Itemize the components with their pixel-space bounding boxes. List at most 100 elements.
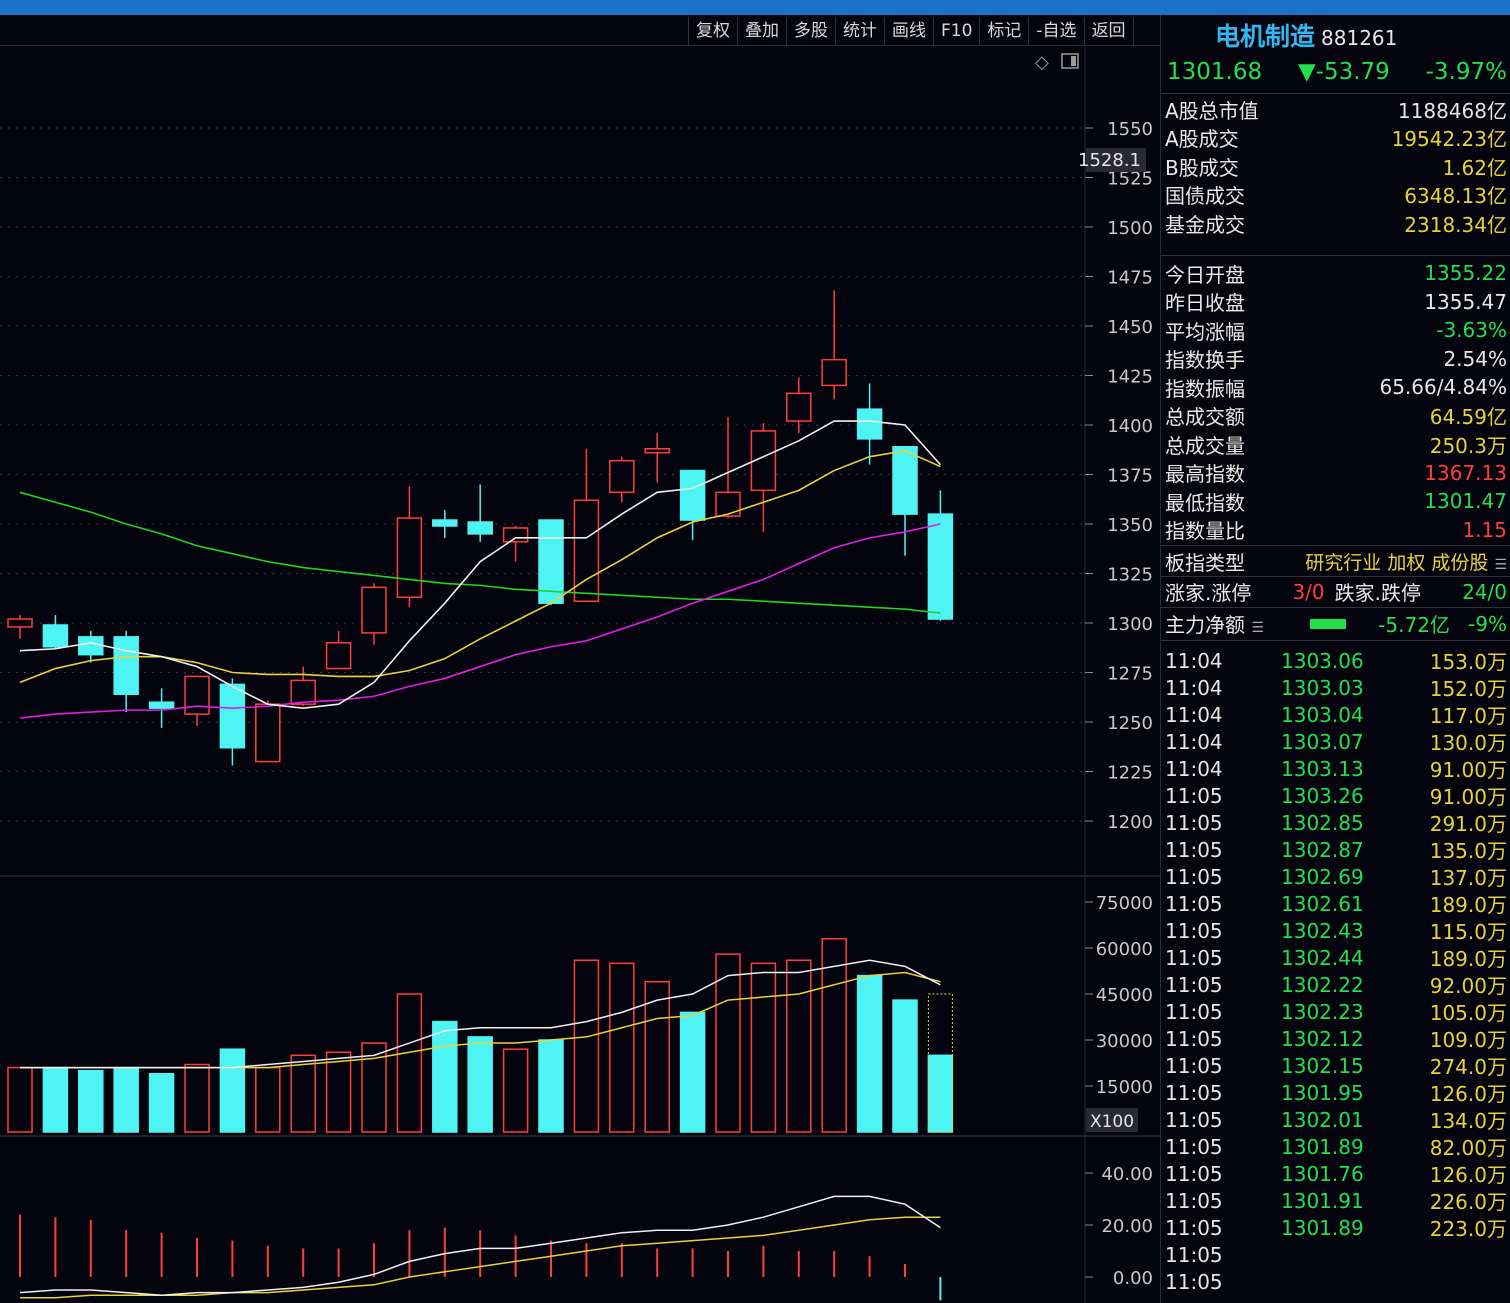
volume-bar[interactable] [502, 1048, 529, 1133]
kline-chart[interactable]: 1550152515001475145014251400137513501325… [0, 46, 1160, 1303]
draw-line-button[interactable]: 画线 [885, 17, 934, 45]
tick-time: 11:05 [1165, 999, 1223, 1024]
volume-bar[interactable] [856, 974, 883, 1133]
stat-row: 指数量比 1.15 [1161, 516, 1510, 545]
stat-value: 2.54% [1443, 346, 1507, 371]
candle-body[interactable] [892, 446, 918, 515]
tick-price: 1302.61 [1281, 891, 1364, 916]
tick-volume: 189.0万 [1429, 947, 1507, 971]
candle-body[interactable] [184, 675, 210, 715]
volume-bar[interactable] [715, 953, 741, 1133]
statistics-button[interactable]: 统计 [836, 17, 885, 45]
restore-rights-button[interactable]: 复权 [689, 17, 738, 45]
tick-volume: 291.0万 [1429, 812, 1507, 836]
candle-body[interactable] [78, 636, 104, 656]
back-button[interactable]: 返回 [1085, 17, 1134, 45]
volume-bar[interactable] [42, 1066, 69, 1133]
tick-row: 11:05 1302.01 134.0万 [1161, 1106, 1510, 1134]
tick-time: 11:05 [1165, 1134, 1223, 1159]
candle-body[interactable] [325, 642, 352, 670]
menu-icon[interactable]: ☰ [1494, 557, 1507, 573]
stat-value: 1367.13 [1424, 460, 1507, 485]
volume-bar[interactable] [892, 999, 918, 1133]
volume-tick-label: 30000 [1096, 1031, 1153, 1052]
volume-bar[interactable] [113, 1066, 139, 1133]
chart-toolbar: 复权 叠加 多股 统计 画线 F10 标记 -自选 返回 [688, 17, 1134, 45]
price-row: 1301.68 ▼-53.79 -3.97% [1167, 59, 1507, 85]
stat-row: 平均涨幅 -3.63% [1161, 316, 1510, 345]
tick-volume: 126.0万 [1429, 1082, 1507, 1106]
volume-bar[interactable] [290, 1054, 316, 1133]
candle-body[interactable] [113, 636, 139, 696]
candle-body[interactable] [7, 618, 33, 628]
candle-body[interactable] [786, 392, 812, 422]
tick-list[interactable]: 11:04 1303.06 153.0万 11:04 1303.03 152.0万 11:0… [1161, 647, 1510, 1295]
candle-body[interactable] [361, 586, 387, 634]
candle-body[interactable] [290, 679, 316, 705]
candle-body[interactable] [467, 521, 493, 535]
candle-body[interactable] [42, 624, 69, 648]
panel-toggle-icon[interactable] [1071, 56, 1076, 66]
volume-bar[interactable] [219, 1048, 246, 1133]
volume-bar[interactable] [396, 993, 423, 1133]
list-icon[interactable]: ☰ [1251, 620, 1264, 636]
up-count-label: 涨家.涨停 [1165, 581, 1252, 605]
candle-body[interactable] [219, 683, 246, 749]
volume-bar[interactable] [609, 962, 635, 1133]
tick-volume: 115.0万 [1429, 920, 1507, 944]
stat-value: 1355.22 [1424, 261, 1507, 286]
candle-body[interactable] [609, 459, 635, 494]
candle-body[interactable] [396, 517, 423, 599]
tick-price: 1301.76 [1281, 1161, 1364, 1186]
candle-body[interactable] [679, 469, 706, 521]
volume-bar[interactable] [325, 1051, 352, 1133]
candle-body[interactable] [856, 408, 883, 440]
volume-bar[interactable] [432, 1020, 458, 1133]
volume-bar[interactable] [467, 1036, 493, 1133]
volume-bar[interactable] [750, 962, 777, 1133]
quote-panel: 电机制造 881261 1301.68 ▼-53.79 -3.97% A股总市值… [1160, 15, 1510, 1303]
candle-body[interactable] [927, 513, 954, 620]
volume-bar[interactable] [927, 1054, 954, 1133]
multi-stock-button[interactable]: 多股 [787, 17, 836, 45]
stat-row: 指数振幅 65.66/4.84% [1161, 373, 1510, 402]
tick-time: 11:05 [1165, 1107, 1223, 1132]
volume-bar[interactable] [148, 1072, 175, 1133]
tick-volume: 134.0万 [1429, 1109, 1507, 1133]
diamond-icon[interactable]: ◇ [1035, 52, 1049, 73]
remove-watchlist-button[interactable]: -自选 [1029, 17, 1085, 45]
volume-bar[interactable] [78, 1069, 104, 1133]
candle-body[interactable] [255, 703, 281, 763]
volume-bar[interactable] [255, 1066, 281, 1133]
crosshair-price-label: 1528.1 [1078, 150, 1141, 171]
f10-button[interactable]: F10 [934, 17, 981, 45]
candle-body[interactable] [432, 519, 458, 527]
tick-time: 11:05 [1165, 945, 1223, 970]
volume-bar[interactable] [786, 959, 812, 1133]
sector-type-value[interactable]: 研究行业 加权 成份股 ☰ [1305, 548, 1507, 575]
volume-bar[interactable] [184, 1063, 210, 1133]
tick-time: 11:04 [1165, 675, 1223, 700]
tick-volume: 82.00万 [1429, 1136, 1507, 1160]
tick-price: 1302.23 [1281, 999, 1364, 1024]
tick-price: 1301.89 [1281, 1134, 1364, 1159]
volume-bar[interactable] [573, 959, 600, 1133]
overlay-button[interactable]: 叠加 [738, 17, 787, 45]
price-tick-label: 1450 [1107, 317, 1153, 338]
candle-body[interactable] [502, 527, 529, 543]
tick-price: 1303.26 [1281, 783, 1364, 808]
tick-price: 1302.85 [1281, 810, 1364, 835]
candle-body[interactable] [644, 448, 670, 454]
mark-button[interactable]: 标记 [980, 17, 1030, 45]
index-name: 电机制造 [1215, 22, 1316, 51]
candle-body[interactable] [148, 701, 175, 709]
tick-row: 11:05 1301.76 126.0万 [1161, 1160, 1510, 1188]
index-stats: 今日开盘 1355.22 昨日收盘 1355.47 平均涨幅 -3.63% 指数换手 2.54… [1161, 259, 1510, 544]
candle-body[interactable] [715, 491, 741, 517]
volume-bar[interactable] [679, 1011, 706, 1133]
candle-body[interactable] [821, 358, 847, 387]
volume-bar[interactable] [538, 1039, 564, 1133]
candle-body[interactable] [573, 499, 600, 602]
volume-bar[interactable] [7, 1066, 33, 1133]
volume-bar[interactable] [644, 980, 670, 1133]
